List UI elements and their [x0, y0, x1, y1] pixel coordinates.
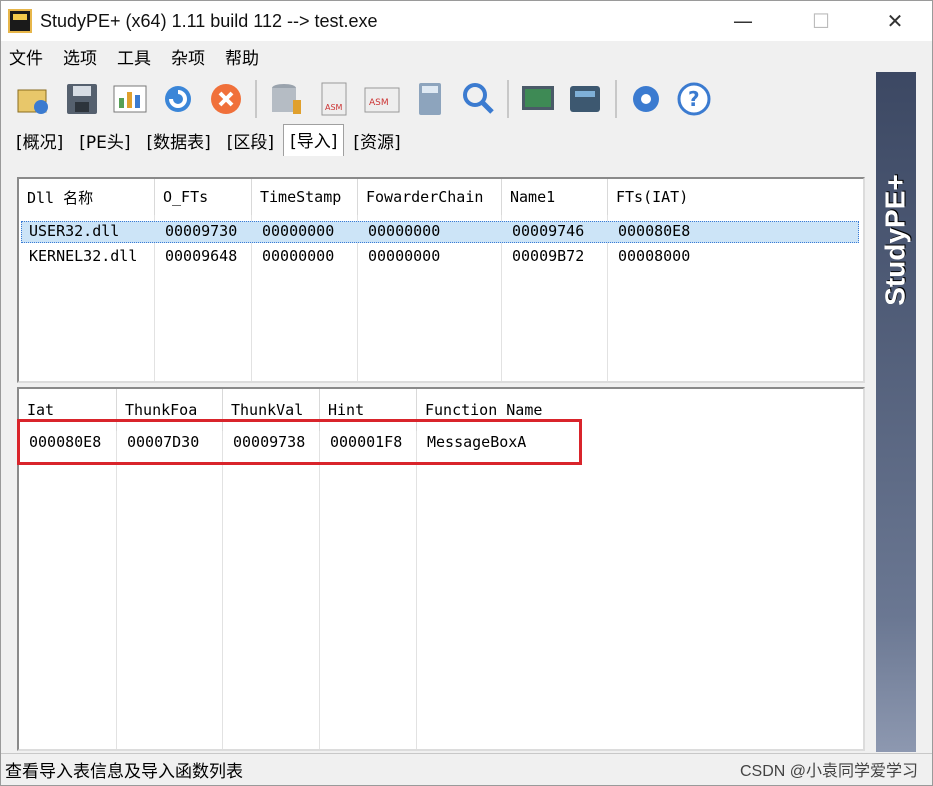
dll-cell: 00009730 — [165, 222, 238, 240]
menu-tools[interactable]: 工具 — [117, 44, 151, 69]
window-title: StudyPE+ (x64) 1.11 build 112 --> test.e… — [40, 10, 378, 31]
dll-cell: 00000000 — [262, 222, 335, 240]
close-file-icon[interactable] — [207, 80, 245, 118]
help-icon[interactable]: ? — [675, 80, 713, 118]
tab-sections[interactable]: [区段] — [220, 125, 281, 156]
dll-cell: 00009648 — [165, 247, 238, 265]
dll-header-name1[interactable]: Name1 — [502, 179, 608, 215]
dll-header-timestamp[interactable]: TimeStamp — [252, 179, 358, 215]
calculator-icon[interactable] — [411, 80, 449, 118]
dll-cell: 00000000 — [368, 247, 441, 265]
tab-resources[interactable]: [资源] — [346, 125, 407, 156]
asm-icon[interactable]: ASM — [363, 80, 401, 118]
highlight-box — [17, 419, 582, 465]
svg-text:?: ? — [688, 87, 700, 111]
database-icon[interactable] — [267, 80, 305, 118]
dll-header-iat[interactable]: FTs(IAT) — [608, 179, 758, 215]
svg-text:ASM: ASM — [369, 98, 389, 108]
tab-overview[interactable]: [概况] — [9, 125, 70, 156]
menu-help[interactable]: 帮助 — [225, 44, 259, 69]
dll-header-oft[interactable]: O_FTs — [155, 179, 252, 215]
status-text: 查看导入表信息及导入函数列表 — [5, 762, 243, 782]
refresh-icon[interactable] — [159, 80, 197, 118]
monitor-icon[interactable] — [519, 80, 557, 118]
close-button[interactable]: ✕ — [863, 1, 927, 41]
menu-misc[interactable]: 杂项 — [171, 44, 205, 69]
settings-icon[interactable] — [627, 80, 665, 118]
tab-imports[interactable]: [导入] — [283, 124, 345, 156]
dll-header-forwarder[interactable]: FowarderChain — [358, 179, 502, 215]
menu-file[interactable]: 文件 — [9, 44, 43, 69]
brand-sidebar: StudyPE+ — [876, 72, 916, 752]
dll-cell: 00008000 — [618, 247, 691, 265]
app-icon — [8, 9, 32, 33]
title-bar[interactable]: StudyPE+ (x64) 1.11 build 112 --> test.e… — [1, 1, 932, 41]
save-icon[interactable] — [63, 80, 101, 118]
svg-text:ASM: ASM — [325, 103, 343, 112]
menu-options[interactable]: 选项 — [63, 44, 97, 69]
search-icon[interactable] — [459, 80, 497, 118]
open-icon[interactable] — [15, 80, 53, 118]
dll-cell: 00009B72 — [512, 247, 585, 265]
minimize-button[interactable]: — — [711, 1, 775, 41]
dll-cell: 000080E8 — [618, 222, 691, 240]
dll-table: Dll 名称 O_FTs TimeStamp FowarderChain Nam… — [17, 177, 865, 383]
maximize-button[interactable]: ☐ — [789, 1, 853, 41]
chart-icon[interactable] — [111, 80, 149, 118]
toolbar: ASM ASM ? — [1, 72, 876, 126]
device-icon[interactable] — [567, 80, 605, 118]
dll-cell: USER32.dll — [29, 222, 120, 240]
brand-label: StudyPE+ — [880, 174, 912, 306]
dll-cell: 00000000 — [368, 222, 441, 240]
dll-cell: 00009746 — [512, 222, 585, 240]
tab-pe-header[interactable]: [PE头] — [72, 125, 137, 156]
dll-header-name[interactable]: Dll 名称 — [19, 179, 155, 215]
watermark: CSDN @小袁同学爱学习 — [739, 763, 918, 780]
main-window: StudyPE+ (x64) 1.11 build 112 --> test.e… — [0, 0, 933, 786]
asm-doc-icon[interactable]: ASM — [315, 80, 353, 118]
tab-strip: [概况] [PE头] [数据表] [区段] [导入] [资源] — [9, 124, 410, 156]
tab-data-tables[interactable]: [数据表] — [140, 125, 218, 156]
dll-cell[interactable]: KERNEL32.dll — [29, 247, 137, 265]
menu-bar: 文件 选项 工具 杂项 帮助 — [1, 41, 876, 71]
dll-cell: 00000000 — [262, 247, 335, 265]
